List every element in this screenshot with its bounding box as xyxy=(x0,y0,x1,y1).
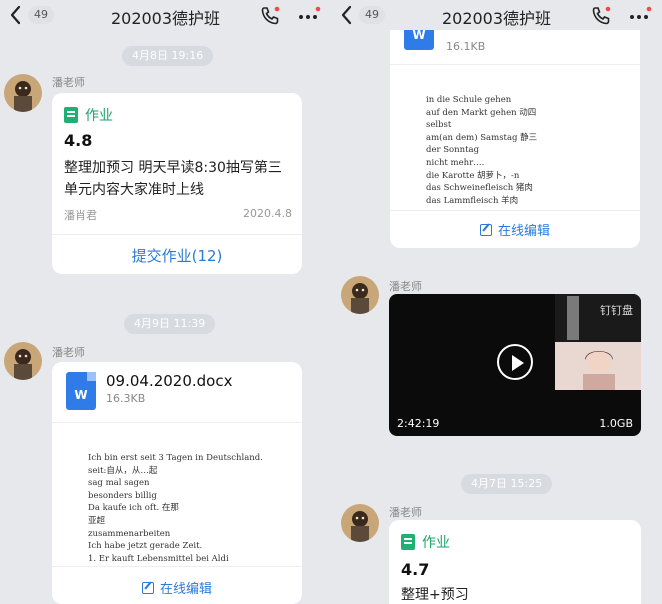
video-size: 1.0GB xyxy=(599,417,633,430)
avatar[interactable] xyxy=(341,504,379,542)
preview-line: Da kaufe ich oft. 在那 xyxy=(88,503,179,514)
preview-line: die Karotte 胡萝卜，-n xyxy=(426,170,520,181)
video-watermark: 钉钉盘 xyxy=(600,304,633,317)
document-preview[interactable]: Ich bin erst seit 3 Tagen in Deutschland… xyxy=(88,452,288,564)
homework-tag-label: 作业 xyxy=(85,108,113,124)
sender-name: 潘老师 xyxy=(389,280,422,293)
top-bar: 49 202003德护班 xyxy=(0,0,331,32)
homework-description: 整理加预习 明天早读8:30抽写第三单元内容大家准时上线 xyxy=(64,160,282,198)
top-bar: 49 202003德护班 xyxy=(331,0,662,32)
divider xyxy=(390,64,640,65)
file-header: W 09.04.2020.docx 16.3KB xyxy=(66,372,232,410)
chat-panel-left: 49 202003德护班 4月8日 19:16 潘老师 作业 4.8 整理加预习… xyxy=(0,0,331,604)
preview-line: das Lammfleisch 羊肉 xyxy=(426,195,519,206)
online-edit-label: 在线编辑 xyxy=(497,224,550,239)
phone-call-icon[interactable] xyxy=(258,4,282,28)
preview-line: auf den Markt gehen 动四 xyxy=(426,107,537,118)
chat-panel-right: 49 202003德护班 W 16.1KB in die Schule gehe… xyxy=(331,0,662,604)
submit-homework-button[interactable]: 提交作业(12) xyxy=(52,245,302,266)
online-edit-button[interactable]: 在线编辑 xyxy=(390,220,640,239)
homework-date: 2020.4.8 xyxy=(243,207,292,220)
play-button-icon[interactable] xyxy=(497,344,533,380)
homework-title: 4.8 xyxy=(64,131,93,150)
divider xyxy=(52,422,302,423)
avatar[interactable] xyxy=(4,74,42,112)
video-duration: 2:42:19 xyxy=(397,417,440,430)
divider xyxy=(52,566,302,567)
timestamp-chip: 4月7日 15:25 xyxy=(461,474,553,494)
file-size: 16.3KB xyxy=(106,392,146,405)
file-card[interactable]: W 16.1KB in die Schule gehen auf den Mar… xyxy=(390,30,640,248)
preview-line: nicht mehr…. xyxy=(426,157,485,168)
homework-icon xyxy=(401,534,415,550)
file-size: 16.1KB xyxy=(446,40,486,53)
homework-tag: 作业 xyxy=(64,105,113,125)
file-card[interactable]: W 09.04.2020.docx 16.3KB Ich bin erst se… xyxy=(52,362,302,604)
word-file-icon: W xyxy=(404,30,434,50)
word-file-icon: W xyxy=(66,372,96,410)
preview-line: Ich habe jetzt gerade Zeit. xyxy=(88,541,203,552)
video-message[interactable]: 钉钉盘 2:42:19 1.0GB xyxy=(389,294,641,436)
homework-tag-label: 作业 xyxy=(422,535,450,551)
sender-name: 潘老师 xyxy=(52,346,85,359)
preview-line: seit:自从，从…起 xyxy=(88,465,158,476)
online-edit-button[interactable]: 在线编辑 xyxy=(52,578,302,597)
preview-line: sag mal sagen xyxy=(88,478,150,489)
phone-call-icon[interactable] xyxy=(589,4,613,28)
homework-card[interactable]: 作业 4.8 整理加预习 明天早读8:30抽写第三单元内容大家准时上线 潘肖君 … xyxy=(52,93,302,274)
more-options-icon[interactable] xyxy=(627,4,653,28)
preview-line: das Schweinefleisch 猪肉 xyxy=(426,183,533,194)
timestamp-chip: 4月8日 19:16 xyxy=(122,46,214,66)
preview-line: selbst xyxy=(426,120,452,131)
preview-line: Ich bin erst seit 3 Tagen in Deutschland… xyxy=(88,453,263,463)
online-edit-label: 在线编辑 xyxy=(159,582,212,597)
homework-tag: 作业 xyxy=(401,532,450,552)
homework-description: 整理+预习 xyxy=(401,587,469,603)
preview-line: 亚超 xyxy=(88,515,106,526)
preview-line: der Sonntag xyxy=(426,145,480,156)
video-top-region: 钉钉盘 xyxy=(555,294,641,344)
timestamp-chip: 4月9日 11:39 xyxy=(124,314,216,334)
preview-line: am(an dem) Samstag 静三 xyxy=(426,132,538,143)
more-options-icon[interactable] xyxy=(296,4,322,28)
video-pip-thumbnail xyxy=(555,342,641,390)
file-name: 09.04.2020.docx xyxy=(106,372,233,390)
avatar[interactable] xyxy=(4,342,42,380)
homework-title: 4.7 xyxy=(401,560,430,579)
preview-line: 1. Er kauft Lebensmittel bei Aldi xyxy=(88,553,229,564)
divider xyxy=(52,234,302,235)
homework-author: 潘肖君 xyxy=(64,209,97,222)
avatar[interactable] xyxy=(341,276,379,314)
edit-icon xyxy=(141,581,154,594)
document-preview[interactable]: in die Schule gehen auf den Markt gehen … xyxy=(426,94,626,208)
sender-name: 潘老师 xyxy=(389,506,422,519)
sender-name: 潘老师 xyxy=(52,76,85,89)
homework-card[interactable]: 作业 4.7 整理+预习 xyxy=(389,520,641,604)
homework-meta: 潘肖君 2020.4.8 xyxy=(64,207,292,223)
preview-line: in die Schule gehen xyxy=(426,95,512,105)
preview-line: zusammenarbeiten xyxy=(88,528,171,539)
edit-icon xyxy=(479,223,492,236)
homework-icon xyxy=(64,107,78,123)
video-decoration xyxy=(567,296,579,340)
preview-line: besonders billig xyxy=(88,490,157,501)
divider xyxy=(390,210,640,211)
